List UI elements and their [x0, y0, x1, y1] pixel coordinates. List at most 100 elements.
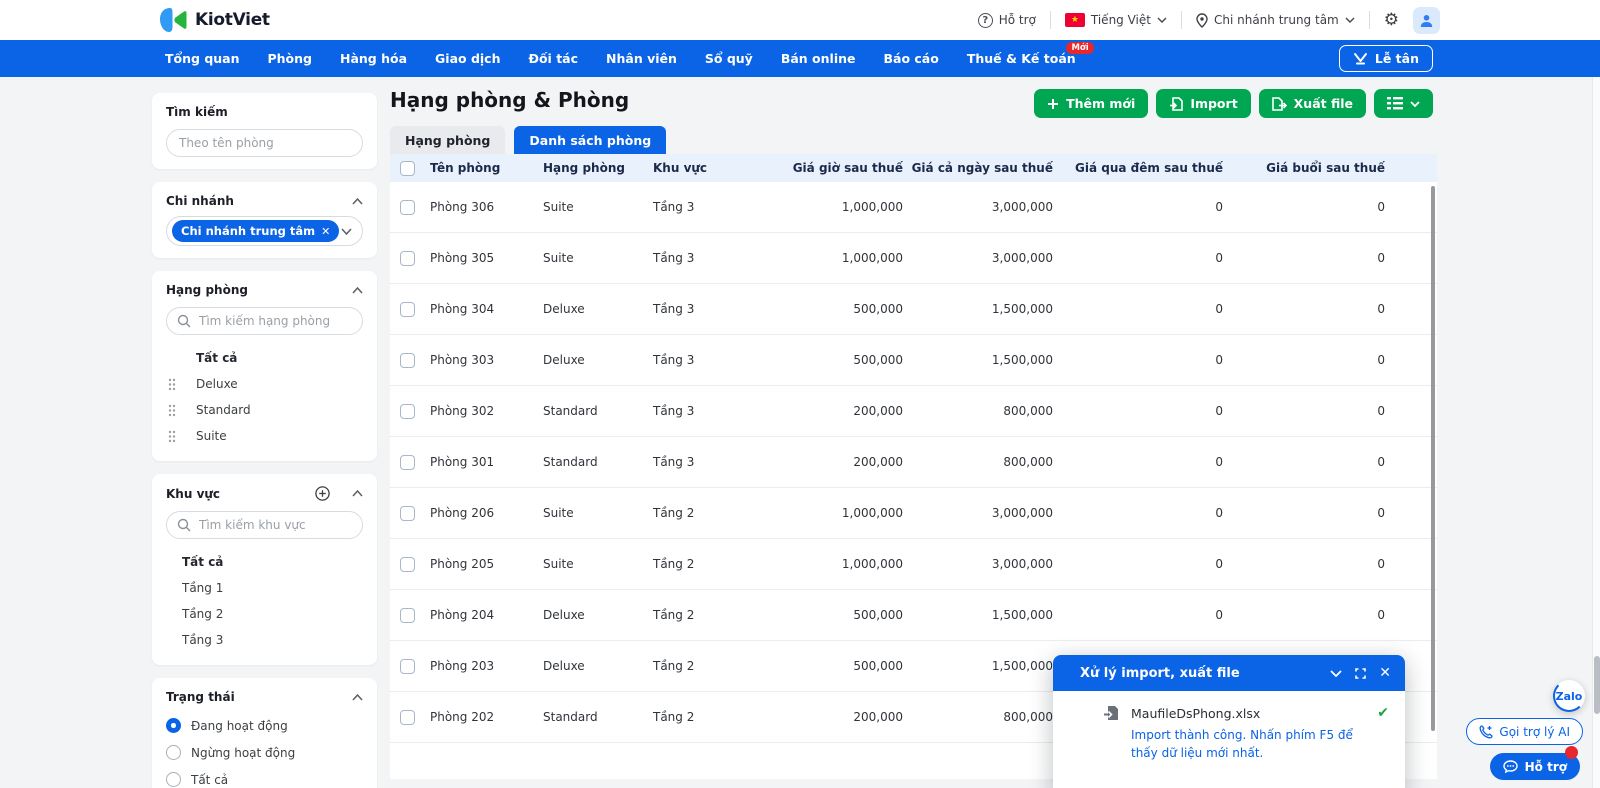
cell-area: Tầng 2	[653, 659, 695, 673]
status-option[interactable]: Tất cả	[166, 766, 363, 788]
nav-item-2[interactable]: Hàng hóa	[340, 51, 407, 66]
table-row[interactable]: Phòng 303 Deluxe Tầng 3 500,000 1,500,000 0 0	[390, 335, 1437, 386]
tab-room-types[interactable]: Hạng phòng	[390, 126, 506, 154]
radio-selected[interactable]	[166, 718, 181, 733]
status-option-label: Đang hoạt động	[191, 718, 288, 733]
room-type-item[interactable]: Standard	[166, 397, 363, 423]
status-option[interactable]: Ngừng hoạt động	[166, 739, 363, 766]
room-name-search-input[interactable]	[166, 129, 363, 157]
zalo-button[interactable]: Zalo	[1553, 680, 1585, 712]
table-row[interactable]: Phòng 301 Standard Tầng 3 200,000 800,000 0 0	[390, 437, 1437, 488]
area-list: Tất cả Tầng 1 Tầng 2 Tầng 3	[166, 549, 363, 653]
nav-item-1[interactable]: Phòng	[268, 51, 313, 66]
table-row[interactable]: Phòng 206 Suite Tầng 2 1,000,000 3,000,000 0 0	[390, 488, 1437, 539]
row-checkbox[interactable]	[400, 199, 415, 215]
table-row[interactable]: Phòng 306 Suite Tầng 3 1,000,000 3,000,000 0 0	[390, 182, 1437, 233]
phone-plus-icon	[1479, 724, 1494, 738]
row-checkbox[interactable]	[400, 301, 415, 317]
table-row[interactable]: Phòng 302 Standard Tầng 3 200,000 800,000 0 0	[390, 386, 1437, 437]
settings-gear-icon[interactable]: ⚙	[1384, 11, 1399, 29]
list-columns-icon	[1387, 97, 1403, 110]
nav-item-9[interactable]: Thuế & Kế toán Mới	[967, 42, 1094, 66]
import-export-panel-body: MaufileDsPhong.xlsx ✔ Import thành công.…	[1053, 691, 1405, 762]
tab-room-list[interactable]: Danh sách phòng	[514, 126, 667, 154]
room-type-item[interactable]: Deluxe	[166, 371, 363, 397]
close-icon[interactable]: ✕	[1379, 666, 1391, 680]
drag-handle-icon[interactable]	[168, 404, 184, 417]
nav-item-7[interactable]: Bán online	[781, 51, 856, 66]
import-file-icon	[1104, 706, 1118, 720]
nav-item-3[interactable]: Giao dịch	[435, 51, 500, 66]
cell-room-type: Suite	[543, 200, 574, 214]
user-avatar[interactable]	[1413, 6, 1440, 34]
search-card-title: Tìm kiếm	[166, 105, 228, 119]
drag-handle-icon[interactable]	[168, 430, 184, 443]
table-row[interactable]: Phòng 204 Deluxe Tầng 2 500,000 1,500,000 0 0	[390, 590, 1437, 641]
remove-chip-icon[interactable]: ✕	[321, 225, 330, 238]
cell-day-price: 800,000	[1003, 455, 1053, 469]
page-scrollbar-thumb[interactable]	[1594, 656, 1600, 714]
table-row[interactable]: Phòng 305 Suite Tầng 3 1,000,000 3,000,000 0 0	[390, 233, 1437, 284]
row-checkbox[interactable]	[400, 709, 415, 725]
radio-unselected[interactable]	[166, 772, 181, 787]
nav-item-8[interactable]: Báo cáo	[883, 51, 938, 66]
nav-item-6[interactable]: Sổ quỹ	[705, 51, 753, 66]
filter-sidebar: Tìm kiếm Chi nhánh Chi nhánh trung tâm ✕…	[152, 93, 377, 788]
nav-item-0[interactable]: Tổng quan	[165, 51, 240, 66]
branch-select[interactable]: Chi nhánh trung tâm ✕	[166, 216, 363, 246]
help-link[interactable]: ? Hỗ trợ	[977, 12, 1036, 28]
language-selector[interactable]: ★ Tiếng Việt	[1064, 13, 1167, 27]
area-search-input[interactable]	[166, 511, 363, 539]
kiotviet-logo[interactable]: KiotViet	[158, 7, 270, 33]
page-scrollbar[interactable]	[1592, 77, 1600, 788]
add-new-label: Thêm mới	[1066, 96, 1136, 111]
area-item[interactable]: Tầng 3	[166, 627, 363, 653]
area-item[interactable]: Tầng 2	[166, 601, 363, 627]
cell-overnight-price: 0	[1215, 404, 1223, 418]
branch-selector[interactable]: Chi nhánh trung tâm	[1196, 12, 1355, 28]
export-label: Xuất file	[1293, 96, 1353, 111]
drag-handle-icon[interactable]	[168, 378, 184, 391]
row-checkbox[interactable]	[400, 403, 415, 419]
chevron-up-icon[interactable]	[352, 197, 363, 205]
status-option[interactable]: Đang hoạt động	[166, 712, 363, 739]
row-checkbox[interactable]	[400, 505, 415, 521]
select-all-checkbox[interactable]	[400, 160, 415, 176]
cell-overnight-price: 0	[1215, 353, 1223, 367]
chevron-up-icon[interactable]	[352, 490, 363, 497]
room-type-item-all[interactable]: Tất cả	[166, 345, 363, 371]
radio-unselected[interactable]	[166, 745, 181, 760]
col-header: Hạng phòng	[543, 161, 625, 175]
chevron-up-icon[interactable]	[352, 693, 363, 701]
room-type-search-input[interactable]	[166, 307, 363, 335]
columns-menu-button[interactable]	[1374, 89, 1433, 118]
nav-item-5[interactable]: Nhân viên	[606, 51, 677, 66]
row-checkbox[interactable]	[400, 658, 415, 674]
import-file-name: MaufileDsPhong.xlsx	[1131, 705, 1261, 721]
add-new-button[interactable]: Thêm mới	[1034, 89, 1149, 118]
room-type-item[interactable]: Suite	[166, 423, 363, 449]
import-button[interactable]: Import	[1156, 89, 1251, 118]
row-checkbox[interactable]	[400, 454, 415, 470]
table-row[interactable]: Phòng 205 Suite Tầng 2 1,000,000 3,000,000 0 0	[390, 539, 1437, 590]
add-area-button[interactable]	[315, 486, 330, 501]
nav-items: Tổng quan Phòng Hàng hóa Giao dịch Đối tác Nh…	[165, 42, 1094, 66]
reception-button[interactable]: Lễ tân	[1338, 45, 1433, 72]
row-checkbox[interactable]	[400, 352, 415, 368]
area-item[interactable]: Tầng 1	[166, 575, 363, 601]
table-scrollbar[interactable]	[1431, 186, 1435, 731]
expand-icon[interactable]	[1355, 667, 1367, 679]
ai-assistant-call-button[interactable]: Gọi trợ lý AI	[1466, 718, 1583, 745]
nav-item-4[interactable]: Đối tác	[529, 51, 579, 66]
cell-overnight-price: 0	[1215, 608, 1223, 622]
chevron-up-icon[interactable]	[352, 286, 363, 294]
row-checkbox[interactable]	[400, 556, 415, 572]
export-button[interactable]: Xuất file	[1258, 89, 1366, 118]
table-row[interactable]: Phòng 304 Deluxe Tầng 3 500,000 1,500,000 0 0	[390, 284, 1437, 335]
row-checkbox[interactable]	[400, 607, 415, 623]
area-item-all[interactable]: Tất cả	[166, 549, 363, 575]
nav-item-label: Sổ quỹ	[704, 51, 753, 66]
cell-session-price: 0	[1377, 251, 1385, 265]
collapse-chevron-icon[interactable]	[1330, 669, 1342, 677]
row-checkbox[interactable]	[400, 250, 415, 266]
